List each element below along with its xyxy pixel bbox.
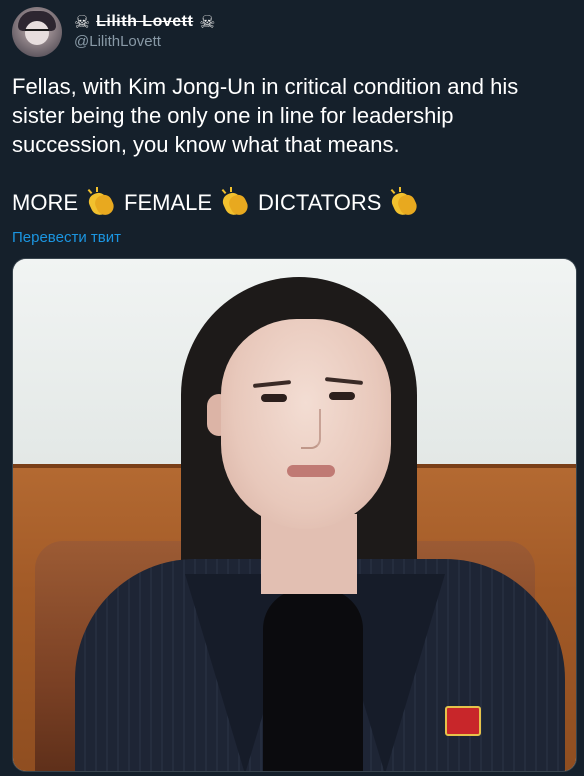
avatar-glasses-shape <box>25 29 49 37</box>
tweet-photo[interactable] <box>12 258 577 772</box>
clapping-hands-icon <box>389 186 420 218</box>
photo-shirt <box>263 589 363 771</box>
photo-eye-left <box>261 394 287 402</box>
photo-flag-pin <box>445 706 481 736</box>
clapping-hands-icon <box>220 186 251 218</box>
photo-nose <box>301 409 321 449</box>
translate-tweet-link[interactable]: Перевести твит <box>12 228 121 248</box>
user-names: ☠ Lilith Lovett ☠ @LilithLovett <box>74 12 215 52</box>
photo-mouth <box>287 465 335 477</box>
photo-scene <box>13 259 576 771</box>
photo-eye-right <box>329 392 355 400</box>
tweet-header: ☠ Lilith Lovett ☠ @LilithLovett <box>12 6 215 58</box>
tweet-text: Fellas, with Kim Jong-Un in critical con… <box>12 72 572 218</box>
tweet-emphasis-line: MORE FEMALE DICTATORS <box>12 186 572 218</box>
display-name-row[interactable]: ☠ Lilith Lovett ☠ <box>74 12 215 32</box>
avatar[interactable] <box>12 7 62 57</box>
tweet-card: ☠ Lilith Lovett ☠ @LilithLovett Fellas, … <box>0 0 584 776</box>
emphasis-word-female: FEMALE <box>124 190 213 215</box>
display-name: Lilith Lovett <box>96 13 194 30</box>
emphasis-word-more: MORE <box>12 190 78 215</box>
skull-crossbones-icon: ☠ <box>74 12 91 32</box>
clapping-hands-icon <box>86 186 117 218</box>
emphasis-word-dictators: DICTATORS <box>258 190 382 215</box>
skull-crossbones-icon: ☠ <box>199 12 216 32</box>
user-handle[interactable]: @LilithLovett <box>74 32 215 52</box>
tweet-text-paragraph: Fellas, with Kim Jong-Un in critical con… <box>12 74 519 157</box>
